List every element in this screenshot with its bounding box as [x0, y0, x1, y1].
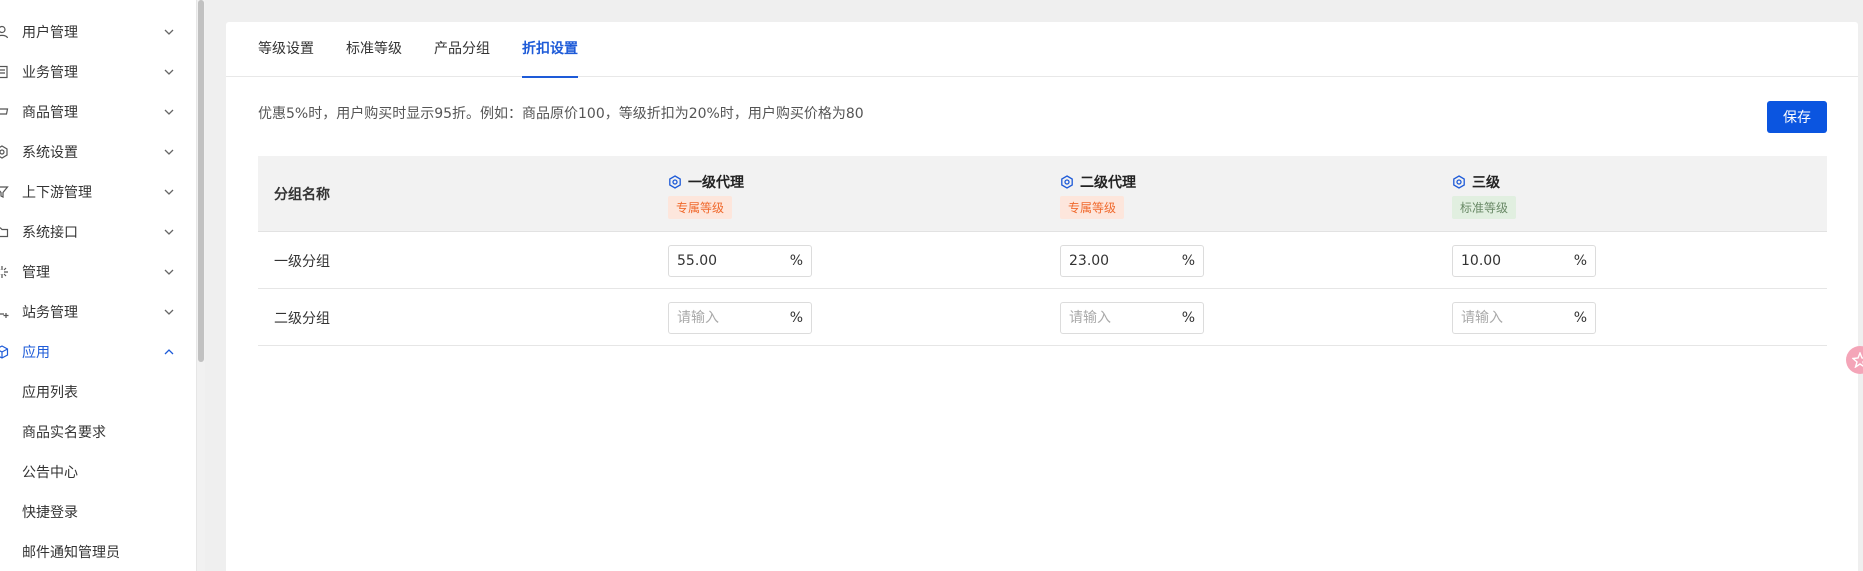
assistant-star-icon — [1852, 352, 1863, 368]
sidebar-subitem-email-notify[interactable]: 邮件通知管理员 — [0, 532, 197, 571]
sidebar-item-user-management[interactable]: 用户管理 — [0, 12, 197, 52]
chevron-down-icon — [163, 106, 175, 118]
filter-icon — [0, 184, 10, 200]
discount-input-wrapper: % — [668, 302, 812, 334]
discount-input-wrapper: % — [1452, 245, 1596, 277]
table-header: 分组名称 一级代理 专属等级 二级代理 专属等级 三级 标准等级 — [258, 156, 1827, 232]
sidebar-item-site-management[interactable]: 站务管理 — [0, 292, 197, 332]
discount-input-wrapper: % — [668, 245, 812, 277]
percent-unit: % — [789, 253, 803, 269]
sidebar-item-label: 系统接口 — [22, 225, 78, 241]
cart-add-icon — [0, 304, 10, 320]
table-row: 二级分组 % % % — [258, 289, 1827, 346]
discount-hint: 优惠5%时，用户购买时显示95折。例如：商品原价100，等级折扣为20%时，用户… — [258, 106, 864, 122]
document-icon — [0, 64, 10, 80]
header-level-3: 三级 标准等级 — [1452, 172, 1517, 219]
discount-input[interactable] — [669, 304, 781, 332]
discount-input[interactable] — [1061, 304, 1173, 332]
hexagon-gear-icon — [1061, 175, 1073, 189]
save-button[interactable]: 保存 — [1767, 101, 1827, 133]
sidebar-subitem-quick-login[interactable]: 快捷登录 — [0, 492, 197, 532]
chevron-down-icon — [163, 306, 175, 318]
group-name: 二级分组 — [274, 311, 330, 327]
percent-unit: % — [1181, 253, 1195, 269]
discount-input[interactable] — [669, 247, 781, 275]
level-badge: 专属等级 — [1060, 196, 1125, 219]
level-badge: 标准等级 — [1452, 196, 1517, 219]
percent-unit: % — [1573, 253, 1587, 269]
chevron-down-icon — [163, 26, 175, 38]
cube-icon — [0, 344, 10, 360]
sidebar-subitem-label: 公告中心 — [22, 465, 78, 481]
sidebar-subitem-label: 快捷登录 — [22, 505, 78, 521]
sidebar-subitem-label: 应用列表 — [22, 385, 78, 401]
discount-input-wrapper: % — [1452, 302, 1596, 334]
chevron-down-icon — [163, 186, 175, 198]
header-level-name: 二级代理 — [1080, 175, 1136, 191]
sidebar-item-business-management[interactable]: 业务管理 — [0, 52, 197, 92]
chevron-down-icon — [163, 146, 175, 158]
folder-icon — [0, 224, 10, 240]
main-card: 等级设置 标准等级 产品分组 折扣设置 优惠5%时，用户购买时显示95折。例如：… — [226, 22, 1858, 571]
sidebar-item-label: 管理 — [22, 265, 50, 281]
sidebar-subitem-real-name[interactable]: 商品实名要求 — [0, 412, 197, 452]
header-group-name: 分组名称 — [274, 187, 330, 203]
sidebar-subitem-app-list[interactable]: 应用列表 — [0, 372, 197, 412]
sidebar-item-system-settings[interactable]: 系统设置 — [0, 132, 197, 172]
chevron-down-icon — [163, 66, 175, 78]
sidebar-item-label: 应用 — [22, 345, 50, 361]
sidebar-item-label: 业务管理 — [22, 65, 78, 81]
level-badge: 专属等级 — [668, 196, 733, 219]
sidebar-scrollbar[interactable] — [197, 0, 205, 571]
discount-input[interactable] — [1061, 247, 1173, 275]
sidebar-subitem-label: 邮件通知管理员 — [22, 545, 120, 561]
sidebar-subitem-label: 商品实名要求 — [22, 425, 106, 441]
header-level-name: 三级 — [1472, 175, 1500, 191]
discount-input[interactable] — [1453, 247, 1565, 275]
header-level-1: 一级代理 专属等级 — [668, 172, 744, 219]
sidebar-item-label: 系统设置 — [22, 145, 78, 161]
gear-icon — [0, 144, 10, 160]
tab-discount-settings[interactable]: 折扣设置 — [522, 22, 578, 78]
percent-unit: % — [1181, 310, 1195, 326]
user-icon — [0, 24, 10, 40]
tab-level-settings[interactable]: 等级设置 — [258, 22, 314, 77]
sidebar: 用户管理 业务管理 商品管理 系统设置 上下游管理 系统接口 管理 站务管理 应 — [0, 0, 197, 571]
sidebar-item-label: 站务管理 — [22, 305, 78, 321]
sidebar-item-label: 用户管理 — [22, 25, 78, 41]
hexagon-gear-icon — [669, 175, 681, 189]
chevron-down-icon — [163, 226, 175, 238]
sidebar-item-applications[interactable]: 应用 — [0, 332, 197, 372]
tab-standard-level[interactable]: 标准等级 — [346, 22, 402, 77]
sidebar-item-management[interactable]: 管理 — [0, 252, 197, 292]
scrollbar-thumb[interactable] — [198, 0, 204, 362]
sparkle-icon — [0, 264, 10, 280]
tab-bar: 等级设置 标准等级 产品分组 折扣设置 — [226, 22, 1858, 78]
sidebar-item-product-management[interactable]: 商品管理 — [0, 92, 197, 132]
percent-unit: % — [789, 310, 803, 326]
sidebar-item-upstream-downstream[interactable]: 上下游管理 — [0, 172, 197, 212]
header-level-2: 二级代理 专属等级 — [1060, 172, 1136, 219]
table-row: 一级分组 % % % — [258, 232, 1827, 289]
sidebar-item-label: 商品管理 — [22, 105, 78, 121]
sidebar-item-system-interface[interactable]: 系统接口 — [0, 212, 197, 252]
group-name: 一级分组 — [274, 254, 330, 270]
percent-unit: % — [1573, 310, 1587, 326]
cart-icon — [0, 104, 10, 120]
hexagon-gear-icon — [1453, 175, 1465, 189]
chevron-down-icon — [163, 266, 175, 278]
header-level-name: 一级代理 — [688, 175, 744, 191]
tab-product-group[interactable]: 产品分组 — [434, 22, 490, 77]
sidebar-item-label: 上下游管理 — [22, 185, 92, 201]
discount-input[interactable] — [1453, 304, 1565, 332]
discount-input-wrapper: % — [1060, 302, 1204, 334]
sidebar-subitem-announcements[interactable]: 公告中心 — [0, 452, 197, 492]
chevron-up-icon — [163, 346, 175, 358]
discount-input-wrapper: % — [1060, 245, 1204, 277]
